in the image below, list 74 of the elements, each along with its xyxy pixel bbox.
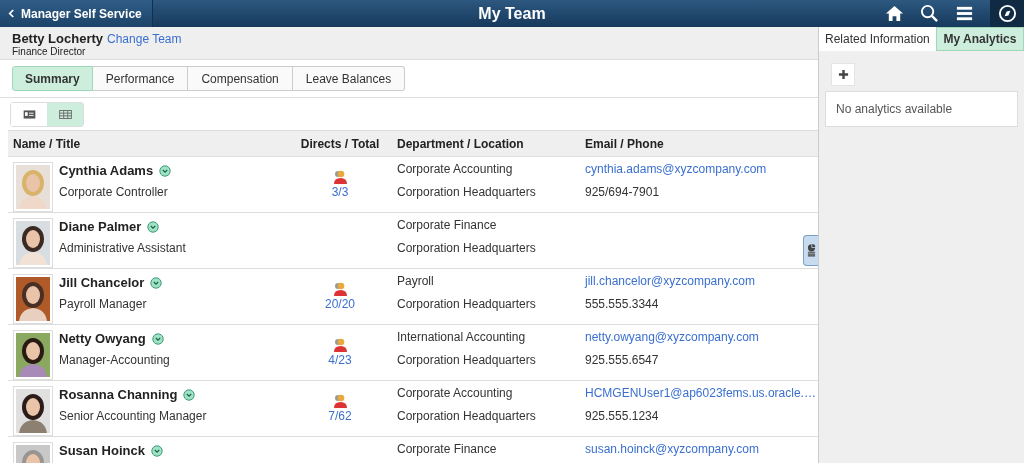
location: Corporation Headquarters: [397, 185, 537, 199]
compass-icon: [997, 4, 1017, 23]
dropdown-icon[interactable]: [147, 220, 160, 233]
change-team-link[interactable]: Change Team: [107, 32, 182, 46]
people-icon: [332, 169, 348, 185]
tab[interactable]: Performance: [92, 66, 189, 91]
department: International Accounting: [397, 330, 527, 344]
dropdown-icon[interactable]: [159, 164, 172, 177]
job-title: Corporate Controller: [59, 185, 169, 199]
department: Payroll: [397, 274, 435, 288]
column-header: Department / Location: [396, 136, 525, 151]
employee-name[interactable]: Cynthia Adams: [59, 163, 154, 178]
email-link[interactable]: susan.hoinck@xyzcompany.com: [585, 442, 760, 456]
column-header: Email / Phone: [584, 136, 665, 151]
column-header: Directs / Total: [299, 136, 381, 151]
grid-icon: [58, 110, 72, 119]
manager-name: Betty Locherty: [12, 31, 104, 46]
back-button[interactable]: Manager Self Service: [0, 0, 153, 27]
phone-number: 925.555.1234: [585, 409, 660, 423]
directs-link[interactable]: 3/3: [331, 185, 349, 199]
tab[interactable]: Summary: [12, 66, 93, 91]
location: Corporation Headquarters: [397, 409, 537, 423]
add-button[interactable]: [831, 63, 855, 86]
column-header: Name / Title: [12, 136, 82, 151]
panel-tab[interactable]: Related Information: [819, 27, 936, 51]
phone-number: 925.555.6547: [585, 353, 660, 367]
employee-name[interactable]: Netty Owyang: [59, 331, 146, 346]
pie-chart-icon: [806, 243, 816, 258]
job-title: Payroll Manager: [59, 297, 148, 311]
job-title: Administrative Assistant: [59, 241, 186, 255]
email-link[interactable]: netty.owyang@xyzcompany.com: [585, 330, 759, 344]
directs-link[interactable]: 20/20: [325, 297, 355, 311]
email-link[interactable]: cynthia.adams@xyzcompany.com: [585, 162, 767, 176]
panel-tab[interactable]: My Analytics: [935, 27, 1024, 51]
job-title: Senior Accounting Manager: [59, 409, 207, 423]
dropdown-icon[interactable]: [150, 444, 163, 457]
phone-number: 555.555.3344: [585, 297, 660, 311]
people-icon: [332, 393, 348, 409]
location: Corporation Headquarters: [397, 297, 537, 311]
directs-link[interactable]: 7/62: [328, 409, 352, 423]
location: Corporation Headquarters: [397, 241, 537, 255]
tab[interactable]: Leave Balances: [292, 66, 406, 91]
search-icon[interactable]: [920, 4, 939, 23]
employee-name[interactable]: Susan Hoinck: [59, 443, 145, 458]
people-icon: [332, 281, 348, 297]
back-icon: [8, 9, 15, 18]
employee-name[interactable]: Jill Chancelor: [59, 275, 145, 290]
people-icon: [332, 337, 348, 353]
grid-view-button[interactable]: [47, 103, 83, 126]
email-link[interactable]: HCMGENUser1@ap6023fems.us.oracle.…: [585, 386, 816, 400]
menu-icon[interactable]: [955, 4, 974, 23]
directs-link[interactable]: 4/23: [328, 353, 352, 367]
department: Corporate Accounting: [397, 162, 514, 176]
navigator-button[interactable]: [990, 0, 1024, 27]
employee-name[interactable]: Diane Palmer: [59, 219, 142, 234]
dropdown-icon[interactable]: [183, 388, 196, 401]
plus-icon: [837, 69, 849, 80]
tab[interactable]: Compensation: [188, 66, 293, 91]
department: Corporate Accounting: [397, 386, 514, 400]
phone-number: 925/694-7901: [585, 185, 661, 199]
department: Corporate Finance: [397, 218, 498, 232]
empty-message: No analytics available: [825, 91, 1018, 127]
location: Corporation Headquarters: [397, 353, 537, 367]
analytics-tab[interactable]: [803, 235, 818, 266]
department: Corporate Finance: [397, 442, 498, 456]
employee-name[interactable]: Rosanna Channing: [59, 387, 178, 402]
page-title: My Team: [477, 4, 547, 23]
dropdown-icon[interactable]: [150, 276, 163, 289]
id-card-icon: [22, 110, 36, 119]
job-title: Manager-Accounting: [59, 353, 170, 367]
home-icon[interactable]: [885, 4, 904, 23]
email-link[interactable]: jill.chancelor@xyzcompany.com: [585, 274, 755, 288]
dropdown-icon[interactable]: [151, 332, 164, 345]
manager-title: Finance Director: [12, 46, 87, 57]
